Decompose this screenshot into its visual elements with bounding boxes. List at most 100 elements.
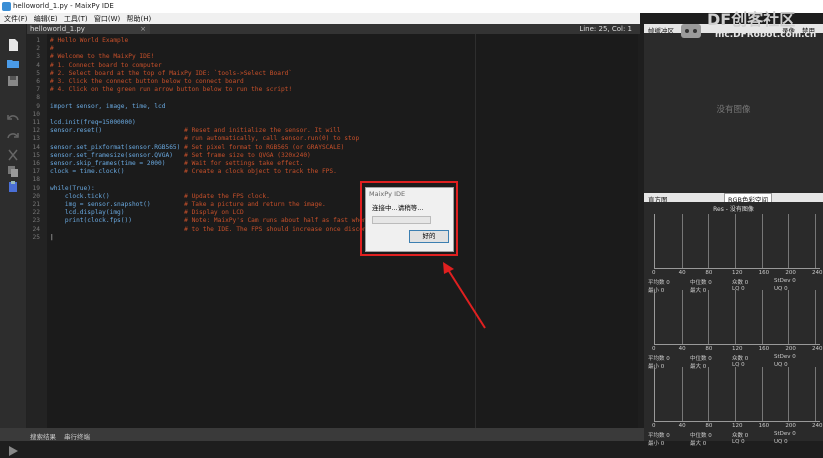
paste-icon[interactable] — [6, 180, 20, 194]
menu-edit[interactable]: 编辑(E) — [34, 14, 58, 24]
close-tab-icon[interactable]: × — [140, 24, 146, 34]
grid-line — [815, 290, 816, 344]
left-toolbar — [0, 24, 27, 456]
right-margin-line — [475, 34, 476, 428]
new-file-icon[interactable] — [6, 38, 20, 52]
grid-line — [735, 214, 736, 268]
cursor-position: Line: 25, Col: 1 — [579, 25, 632, 33]
code-comment: # Wait for settings take effect. — [184, 160, 304, 167]
line-number: 23 — [32, 217, 40, 225]
histogram-stat: 众数 0 — [732, 280, 749, 286]
histogram-plot — [654, 290, 820, 345]
code-comment: # 4. Click on the green run arrow button… — [50, 86, 293, 94]
code-editor[interactable]: 1 # Hello World Example 2 #3 # Welcome to th… — [27, 34, 638, 428]
app-icon — [2, 2, 11, 11]
histogram-stat: 最大 0 — [690, 441, 707, 447]
redo-icon[interactable] — [6, 130, 20, 144]
grid-line — [681, 290, 683, 344]
histogram-res: Res - 没有图像 — [713, 206, 754, 213]
line-number: 11 — [32, 119, 40, 126]
watermark-url: mc.DFRobot.com.cn — [715, 30, 817, 40]
grid-line — [761, 290, 763, 344]
tab-helloworld[interactable]: helloworld_1.py × — [27, 24, 150, 34]
histogram-stat: 最小 0 — [648, 441, 665, 447]
code-line: # 2. Select board at the top of MaixPy I… — [50, 70, 292, 77]
histogram-stat: LQ 0 — [732, 439, 745, 445]
histogram-stat: UQ 0 — [774, 439, 788, 445]
save-icon[interactable] — [6, 74, 20, 88]
grid-line — [735, 290, 736, 344]
code-comment: # Create a clock object to track the FPS… — [184, 168, 337, 176]
code-line: sensor.reset() # Reset and initialize th… — [50, 127, 341, 134]
line-number: 5 — [36, 69, 40, 77]
code-line: # run automatically, call sensor.run(0) … — [50, 135, 359, 142]
line-number: 24 — [32, 225, 40, 233]
code-comment: # Display on LCD — [184, 209, 244, 217]
code-token: sensor.set_pixformat(sensor.RGB565) — [50, 143, 181, 151]
code-token: | — [50, 233, 54, 241]
undo-icon[interactable] — [6, 112, 20, 126]
open-folder-icon[interactable] — [6, 56, 20, 70]
code-line: # to the IDE. The FPS should increase on… — [50, 226, 393, 233]
code-comment: # — [50, 45, 54, 53]
line-number: 10 — [32, 110, 40, 118]
grid-line — [681, 367, 683, 421]
line-number: 19 — [32, 184, 40, 192]
run-icon[interactable] — [6, 444, 20, 458]
histogram-tick-label: 120 — [732, 346, 743, 352]
grid-line — [788, 290, 790, 344]
search-results-tab[interactable]: 搜索结果 — [30, 431, 56, 441]
histogram-tick-label: 80 — [705, 423, 713, 429]
histogram-tick-label: 80 — [705, 270, 713, 276]
grid-line — [708, 367, 710, 421]
menu-window[interactable]: 窗口(W) — [94, 14, 120, 24]
line-number: 2 — [36, 45, 40, 53]
copy-icon[interactable] — [6, 164, 20, 178]
grid-line — [815, 214, 816, 268]
code-comment: # Take a picture and return the image. — [184, 201, 326, 208]
menu-file[interactable]: 文件(F) — [4, 14, 28, 24]
code-line: sensor.skip_frames(time = 2000) # Wait f… — [50, 160, 303, 167]
histogram-stat: 平均数 0 — [648, 433, 670, 439]
line-number: 15 — [32, 151, 40, 159]
histogram-tick-label: 40 — [678, 270, 686, 276]
menu-help[interactable]: 帮助(H) — [126, 14, 151, 24]
serial-terminal-tab[interactable]: 串行终端 — [64, 431, 90, 441]
frame-buffer-view: 没有图像 — [644, 33, 823, 191]
grid-line — [815, 367, 816, 421]
code-token: print(clock.fps()) — [50, 217, 132, 225]
line-number: 17 — [32, 168, 40, 176]
histogram-area: Res - 没有图像 0 40 80 120 160 200 240 平均数 0 中位数 0 众数… — [644, 202, 823, 447]
grid-line — [761, 214, 763, 268]
histogram-tick-label: 200 — [785, 346, 796, 352]
histogram-stat: StDev 0 — [774, 354, 796, 360]
code-line: # — [50, 45, 54, 52]
menu-tools[interactable]: 工具(T) — [64, 14, 88, 24]
histogram-header: 直方图 RGB色彩空间 — [644, 193, 823, 205]
histogram-tick-label: 240 — [812, 346, 823, 352]
code-line: # Welcome to the MaixPy IDE! — [50, 53, 154, 60]
code-line: lcd.display(img) # Display on LCD — [50, 209, 244, 216]
code-comment: # Set frame size to QVGA (320x240) — [184, 151, 311, 159]
line-number: 18 — [32, 176, 40, 184]
cut-icon[interactable] — [6, 148, 20, 162]
histogram-tick-label: 120 — [732, 423, 743, 429]
line-number: 7 — [36, 86, 40, 94]
histogram-stat: 中位数 0 — [690, 433, 712, 439]
dfrobot-watermark: DF创客社区 mc.DFRobot.com.cn — [665, 2, 823, 44]
histogram-stat: StDev 0 — [774, 278, 796, 284]
code-line: # 4. Click on the green run arrow button… — [50, 86, 292, 93]
histogram-tick-label: 0 — [652, 346, 656, 352]
grid-line — [681, 214, 683, 268]
histogram-tick-label: 0 — [652, 270, 656, 276]
line-number: 4 — [36, 61, 40, 69]
highlight-box — [360, 181, 458, 256]
code-line: sensor.set_framesize(sensor.QVGA) # Set … — [50, 152, 311, 159]
code-line: sensor.set_pixformat(sensor.RGB565) # Se… — [50, 144, 344, 151]
no-image-label: 没有图像 — [716, 105, 751, 115]
line-number: 14 — [32, 143, 40, 151]
